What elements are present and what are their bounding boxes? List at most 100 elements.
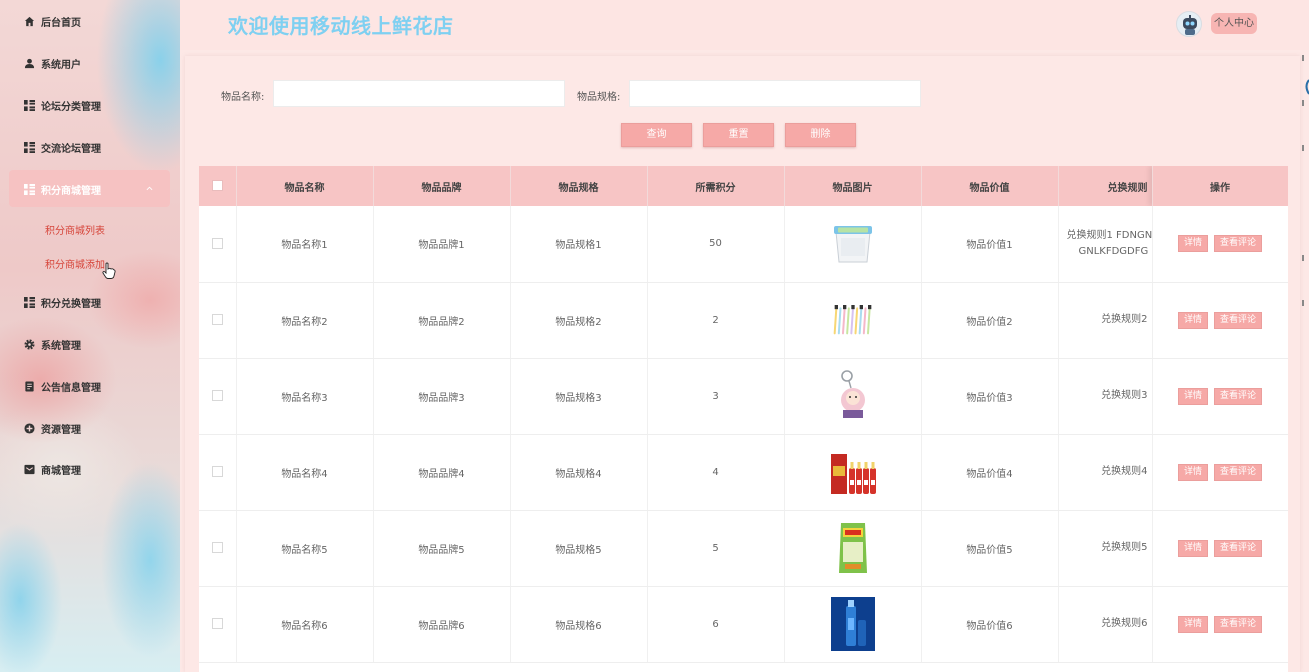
user-icon — [24, 58, 35, 68]
sidebar-item-label: 积分兑换管理 — [41, 298, 101, 310]
cell-points: 2 — [647, 282, 785, 359]
rule-text-line: 兑换规则1 FDNGNH — [1066, 229, 1152, 241]
view-reviews-button[interactable]: 查看评论 — [1214, 387, 1263, 405]
row-checkbox[interactable] — [211, 618, 223, 630]
cell-points: 3 — [647, 358, 785, 435]
sidebar-item-label: 系统用户 — [41, 59, 81, 71]
view-reviews-button[interactable]: 查看评论 — [1214, 235, 1263, 253]
detail-button[interactable]: 详情 — [1177, 615, 1208, 633]
select-all-cell — [199, 166, 237, 206]
sidebar-subitem-points-mall-list[interactable]: 积分商城列表 — [45, 222, 105, 237]
cell-rule: 兑换规则2 — [1058, 282, 1153, 359]
sidebar-item-resources[interactable]: 资源管理 — [24, 420, 81, 436]
cell-item-name: 物品名称5 — [236, 510, 374, 587]
detail-button[interactable]: 详情 — [1177, 463, 1208, 481]
cell-item-value: 物品价值2 — [921, 282, 1059, 359]
plus-circle-icon — [24, 422, 35, 434]
sidebar-item-points-mall[interactable]: 积分商城管理 — [24, 181, 153, 197]
cell-item-brand: 物品品牌4 — [373, 434, 511, 511]
cell-item-spec: 物品规格4 — [510, 434, 648, 511]
view-reviews-button[interactable]: 查看评论 — [1214, 311, 1263, 329]
sidebar-item-points-exchange[interactable]: 积分兑换管理 — [24, 294, 101, 310]
sidebar-item-label: 资源管理 — [41, 424, 81, 436]
cell-item-name: 物品名称4 — [236, 434, 374, 511]
cell-item-image — [784, 358, 922, 435]
column-header[interactable]: 物品名称 — [236, 166, 374, 206]
document-icon — [25, 380, 34, 392]
cell-item-image — [784, 434, 922, 511]
cell-item-brand: 物品品牌5 — [373, 510, 511, 587]
cell-actions: 详情 查看评论 — [1152, 206, 1288, 283]
column-header: 操作 — [1152, 166, 1288, 206]
column-header[interactable]: 所需积分 — [647, 166, 785, 206]
item-name-label: 物品名称: — [221, 92, 265, 103]
storage-box-image — [833, 225, 872, 263]
view-reviews-button[interactable]: 查看评论 — [1214, 463, 1263, 481]
item-spec-input[interactable] — [629, 80, 921, 107]
column-header[interactable]: 物品价值 — [921, 166, 1059, 206]
mail-icon — [24, 464, 35, 474]
item-name-input[interactable] — [273, 80, 565, 107]
detail-button[interactable]: 详情 — [1177, 539, 1208, 557]
gear-icon — [24, 338, 35, 350]
sidebar-subitem-points-mall-add[interactable]: 积分商城添加 — [45, 256, 105, 271]
sidebar-item-label: 积分商城管理 — [41, 185, 101, 197]
sidebar-item-label: 系统管理 — [41, 340, 81, 352]
select-all-checkbox[interactable] — [211, 180, 223, 192]
cell-item-brand: 物品品牌6 — [373, 586, 511, 663]
cell-item-image — [784, 206, 922, 283]
hand-cursor-icon — [102, 262, 116, 279]
query-button[interactable]: 查询 — [621, 123, 692, 147]
cell-points: 4 — [647, 434, 785, 511]
column-header[interactable]: 物品图片 — [784, 166, 922, 206]
view-reviews-button[interactable]: 查看评论 — [1214, 539, 1263, 557]
site-title: 欢迎使用移动线上鲜花店 — [228, 14, 454, 38]
sidebar-item-forum[interactable]: 交流论坛管理 — [24, 139, 101, 155]
sidebar: 后台首页 系统用户 论坛分类管理 交流论坛管理 积分商城管理 积分商城列表 积分… — [0, 0, 180, 672]
row-checkbox[interactable] — [211, 314, 223, 326]
reset-button[interactable]: 重置 — [703, 123, 774, 147]
sidebar-item-notices[interactable]: 公告信息管理 — [24, 378, 101, 394]
rule-text-line: 兑换规则5 — [1101, 542, 1148, 553]
detail-button[interactable]: 详情 — [1177, 311, 1208, 329]
column-header[interactable]: 物品规格 — [510, 166, 648, 206]
table-row: 物品名称2 物品品牌2 物品规格2 2 物品价值2 兑换规则2 详情 查看评论 — [199, 282, 1288, 359]
items-table: 物品名称 物品品牌 物品规格 所需积分 物品图片 物品价值 兑换规则 操作 物品… — [199, 166, 1288, 672]
avatar[interactable] — [1176, 11, 1202, 37]
view-reviews-button[interactable]: 查看评论 — [1214, 615, 1263, 633]
item-spec-label: 物品规格: — [577, 92, 621, 103]
table-header-row: 物品名称 物品品牌 物品规格 所需积分 物品图片 物品价值 兑换规则 操作 — [199, 166, 1288, 206]
liquor-gift-box-image — [830, 454, 876, 494]
detail-button[interactable]: 详情 — [1177, 235, 1208, 253]
rule-text-line: 兑换规则3 — [1101, 390, 1148, 401]
cell-item-image — [784, 510, 922, 587]
cell-item-value: 物品价值1 — [921, 206, 1059, 283]
table-row: 物品名称6 物品品牌6 物品规格6 6 物品价值6 兑换规则6 详情 查看评论 — [199, 586, 1288, 663]
row-checkbox[interactable] — [211, 466, 223, 478]
row-checkbox[interactable] — [211, 390, 223, 402]
app-window: 后台首页 系统用户 论坛分类管理 交流论坛管理 积分商城管理 积分商城列表 积分… — [0, 0, 1309, 672]
cell-item-value: 物品价值4 — [921, 434, 1059, 511]
cell-rule: 兑换规则1 FDNGNH GNLKFDGDFG N — [1058, 206, 1153, 283]
scrollbar[interactable] — [1300, 0, 1309, 672]
sidebar-item-label: 交流论坛管理 — [41, 143, 101, 155]
sidebar-item-shop[interactable]: 商城管理 — [24, 461, 81, 477]
cell-item-image — [784, 282, 922, 359]
sidebar-item-home[interactable]: 后台首页 — [24, 13, 81, 29]
sidebar-item-forum-category[interactable]: 论坛分类管理 — [24, 97, 101, 113]
row-checkbox[interactable] — [211, 238, 223, 249]
row-checkbox[interactable] — [211, 542, 223, 554]
grid-icon — [24, 99, 35, 111]
sidebar-item-system[interactable]: 系统管理 — [24, 336, 81, 352]
cell-item-brand: 物品品牌1 — [373, 206, 511, 283]
rule-text-line: 兑换规则4 — [1101, 466, 1148, 477]
detail-button[interactable]: 详情 — [1177, 387, 1208, 405]
column-header[interactable]: 物品品牌 — [373, 166, 511, 206]
sidebar-item-users[interactable]: 系统用户 — [24, 55, 81, 71]
cell-item-brand: 物品品牌2 — [373, 282, 511, 359]
delete-button[interactable]: 删除 — [785, 123, 856, 147]
cell-item-value: 物品价值6 — [921, 586, 1059, 663]
grid-icon — [24, 296, 35, 308]
user-center-button[interactable]: 个人中心 — [1211, 13, 1257, 34]
column-header[interactable]: 兑换规则 — [1058, 166, 1153, 206]
